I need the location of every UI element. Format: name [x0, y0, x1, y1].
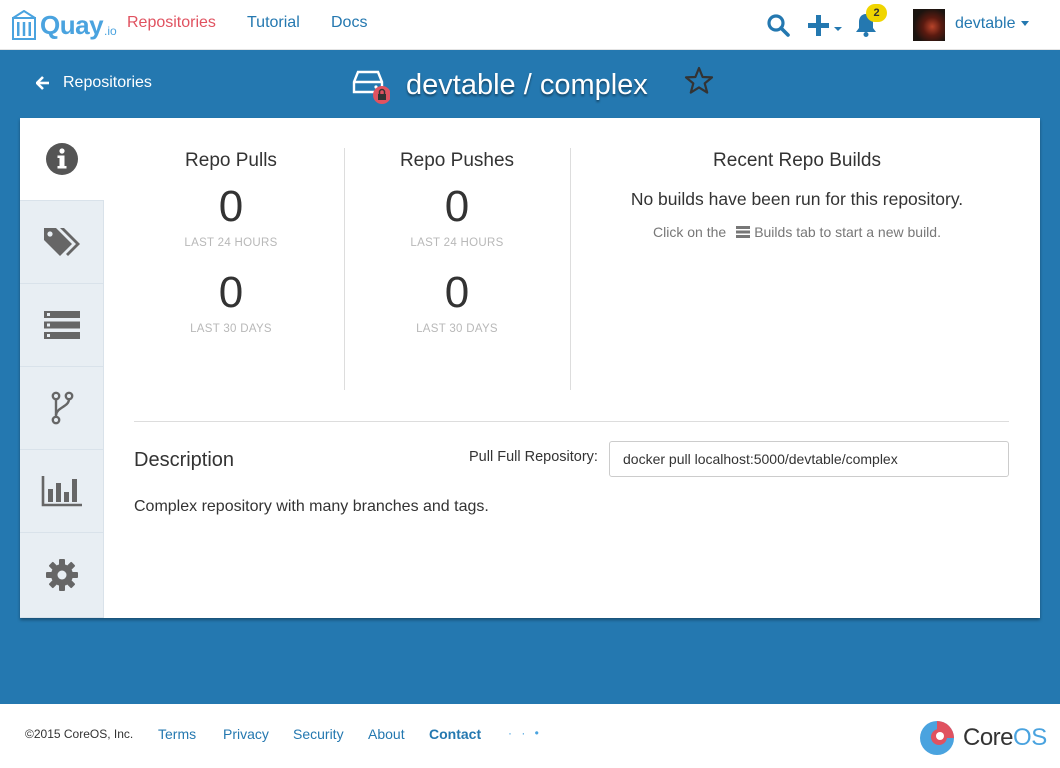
- pushes-title: Repo Pushes: [399, 150, 515, 171]
- builds-hint-prefix: Click on the: [653, 224, 727, 240]
- info-icon: [46, 143, 78, 175]
- pull-command-input[interactable]: [609, 441, 1009, 477]
- tab-tags[interactable]: [20, 201, 104, 284]
- footer: ©2015 CoreOS, Inc. Terms Privacy Securit…: [0, 704, 1060, 768]
- back-label: Repositories: [63, 74, 152, 91]
- coreos-logo-icon: [920, 721, 954, 755]
- pushes-month-value: 0: [444, 268, 470, 317]
- coreos-text: CoreOS: [963, 724, 1047, 752]
- description-text: Complex repository with many branches an…: [134, 498, 489, 515]
- repo-info-card: Repo Pulls 0 LAST 24 HOURS 0 LAST 30 DAY…: [20, 118, 1040, 618]
- description-title: Description: [134, 449, 235, 471]
- repo-title: devtable / complex: [352, 64, 648, 106]
- builds-title: Recent Repo Builds: [713, 150, 881, 171]
- tag-list-icon: [43, 311, 80, 339]
- footer-terms-link[interactable]: Terms: [158, 726, 196, 742]
- pull-command-label: Pull Full Repository:: [469, 449, 598, 465]
- pushes-month-label: LAST 30 DAYS: [416, 323, 498, 335]
- tab-settings[interactable]: [20, 533, 104, 618]
- logo-suffix: .io: [104, 24, 117, 38]
- tab-info[interactable]: [20, 118, 104, 201]
- builds-tab-icon: [736, 226, 751, 238]
- pushes-day-value: 0: [444, 182, 470, 231]
- usage-chart-icon: [41, 476, 82, 507]
- username: devtable: [955, 15, 1016, 32]
- pulls-day-label: LAST 24 HOURS: [184, 237, 278, 249]
- branch-icon: [51, 391, 73, 425]
- copyright: ©2015 CoreOS, Inc.: [25, 727, 134, 741]
- pulls-day-value: 0: [218, 182, 244, 231]
- repo-pushes-stats: Repo Pushes 0 LAST 24 HOURS 0 LAST 30 DA…: [360, 148, 554, 390]
- pulls-title: Repo Pulls: [185, 150, 277, 171]
- footer-security-link[interactable]: Security: [293, 726, 344, 742]
- stats-divider: [344, 148, 345, 390]
- repo-tabs: [20, 118, 104, 618]
- star-icon[interactable]: [684, 66, 714, 96]
- create-new-icon[interactable]: [808, 15, 844, 37]
- user-avatar[interactable]: [913, 9, 945, 41]
- repo-name: devtable / complex: [406, 68, 648, 101]
- quay-logo-icon: [12, 10, 36, 40]
- user-menu[interactable]: devtable: [955, 15, 1029, 33]
- builds-hint-suffix: Builds tab to start a new build.: [754, 224, 941, 240]
- repo-pulls-stats: Repo Pulls 0 LAST 24 HOURS 0 LAST 30 DAY…: [134, 148, 328, 390]
- quay-logo[interactable]: Quay .io: [12, 6, 117, 44]
- nav-repositories[interactable]: Repositories: [127, 14, 216, 32]
- recent-builds-panel: Recent Repo Builds No builds have been r…: [570, 148, 1024, 240]
- search-icon[interactable]: [766, 13, 790, 37]
- logo-text: Quay: [40, 9, 104, 40]
- nav-tutorial[interactable]: Tutorial: [247, 14, 300, 32]
- builds-hint: Click on the Builds tab to start a new b…: [570, 224, 1024, 240]
- pulls-month-label: LAST 30 DAYS: [190, 323, 272, 335]
- tags-icon: [43, 228, 80, 256]
- section-divider: [134, 421, 1009, 422]
- tab-builds[interactable]: [20, 367, 104, 450]
- pushes-day-label: LAST 24 HOURS: [410, 237, 504, 249]
- footer-about-link[interactable]: About: [368, 726, 405, 742]
- top-navbar: Quay .io Repositories Tutorial Docs 2 de…: [0, 0, 1060, 50]
- coreos-os: OS: [1013, 724, 1047, 751]
- settings-gear-icon: [45, 559, 78, 591]
- tab-tag-list[interactable]: [20, 284, 104, 367]
- coreos-core: Core: [963, 724, 1014, 751]
- private-repo-icon: [352, 70, 390, 104]
- pulls-month-value: 0: [218, 268, 244, 317]
- footer-contact-link[interactable]: Contact: [429, 726, 481, 742]
- footer-privacy-link[interactable]: Privacy: [223, 726, 269, 742]
- tab-usage[interactable]: [20, 450, 104, 533]
- chevron-down-icon: [1020, 21, 1029, 27]
- coreos-logo[interactable]: CoreOS: [919, 720, 1047, 756]
- back-arrow-icon: [36, 76, 49, 90]
- nav-docs[interactable]: Docs: [331, 14, 367, 32]
- notification-count-badge[interactable]: 2: [866, 4, 887, 22]
- status-dots: · · •: [508, 726, 542, 740]
- back-to-repositories[interactable]: Repositories: [36, 74, 152, 92]
- builds-empty-message: No builds have been run for this reposit…: [630, 189, 964, 209]
